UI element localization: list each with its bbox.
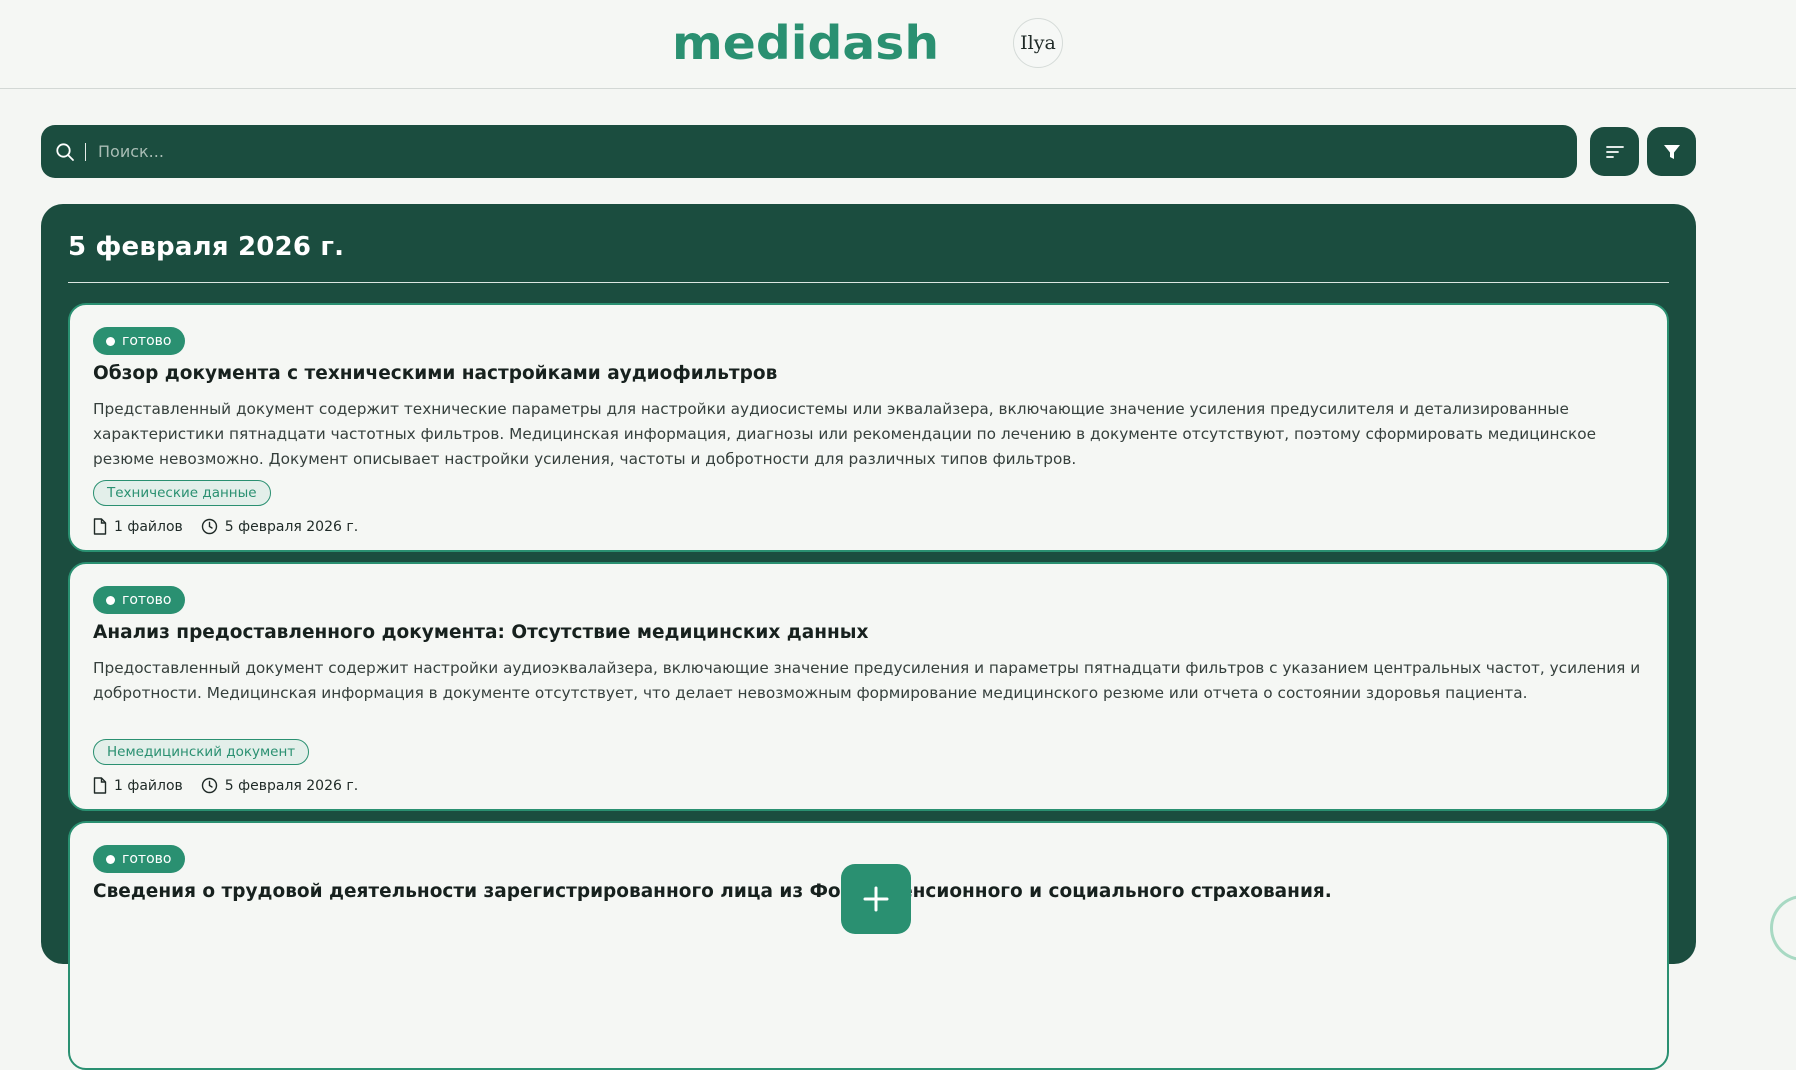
status-label: готово bbox=[122, 333, 172, 349]
sort-button[interactable] bbox=[1590, 127, 1639, 176]
card-description: Предоставленный документ содержит настро… bbox=[93, 659, 1641, 702]
plus-icon bbox=[863, 886, 889, 912]
search-bar[interactable] bbox=[41, 125, 1577, 178]
card-title[interactable]: Обзор документа с техническими настройка… bbox=[93, 363, 777, 384]
files-count: 1 файлов bbox=[93, 777, 183, 794]
status-dot-icon bbox=[106, 854, 115, 864]
status-badge: готово bbox=[93, 845, 186, 873]
card-date: 5 февраля 2026 г. bbox=[201, 518, 358, 535]
status-dot-icon bbox=[106, 336, 115, 346]
clock-icon bbox=[201, 518, 217, 535]
card-date-label: 5 февраля 2026 г. bbox=[224, 518, 359, 535]
top-bar: medidash Ilya bbox=[0, 0, 1796, 89]
status-badge: готово bbox=[93, 327, 186, 355]
card-meta: 1 файлов 5 февраля 2026 г. bbox=[93, 777, 376, 794]
category-tag[interactable]: Технические данные bbox=[93, 480, 271, 506]
status-label: готово bbox=[122, 851, 172, 867]
card-title[interactable]: Анализ предоставленного документа: Отсут… bbox=[93, 622, 868, 643]
card-description: Представленный документ содержит техниче… bbox=[93, 400, 1596, 468]
document-card[interactable]: готово Обзор документа с техническими на… bbox=[68, 303, 1669, 552]
status-badge: готово bbox=[93, 586, 186, 614]
status-dot-icon bbox=[106, 595, 115, 605]
card-meta: 1 файлов 5 февраля 2026 г. bbox=[93, 518, 376, 535]
add-document-button[interactable] bbox=[841, 864, 911, 934]
file-icon bbox=[93, 777, 107, 794]
document-card[interactable]: готово Анализ предоставленного документа… bbox=[68, 562, 1669, 811]
card-date: 5 февраля 2026 г. bbox=[201, 777, 358, 794]
search-input[interactable] bbox=[96, 141, 1500, 162]
date-group-panel: 5 февраля 2026 г. готово Обзор документа… bbox=[41, 204, 1696, 1070]
app-logo[interactable]: medidash bbox=[672, 16, 939, 70]
files-count-label: 1 файлов bbox=[114, 518, 183, 535]
sort-icon bbox=[1605, 145, 1624, 158]
files-count-label: 1 файлов bbox=[114, 777, 183, 794]
card-date-label: 5 февраля 2026 г. bbox=[224, 777, 359, 794]
user-avatar[interactable]: Ilya bbox=[1013, 18, 1063, 68]
filter-button[interactable] bbox=[1647, 127, 1696, 176]
clock-icon bbox=[201, 777, 217, 794]
category-tag[interactable]: Немедицинский документ bbox=[93, 739, 310, 765]
filter-icon bbox=[1663, 144, 1680, 159]
date-divider bbox=[68, 282, 1669, 283]
document-card[interactable]: готово Сведения о трудовой деятельности … bbox=[68, 821, 1669, 1070]
card-title[interactable]: Сведения о трудовой деятельности зарегис… bbox=[93, 881, 1332, 902]
files-count: 1 файлов bbox=[93, 518, 183, 535]
search-icon bbox=[56, 142, 74, 161]
search-divider bbox=[85, 142, 86, 161]
corner-decoration bbox=[1770, 895, 1796, 961]
file-icon bbox=[93, 518, 107, 535]
date-heading: 5 февраля 2026 г. bbox=[68, 232, 345, 262]
status-label: готово bbox=[122, 592, 172, 608]
